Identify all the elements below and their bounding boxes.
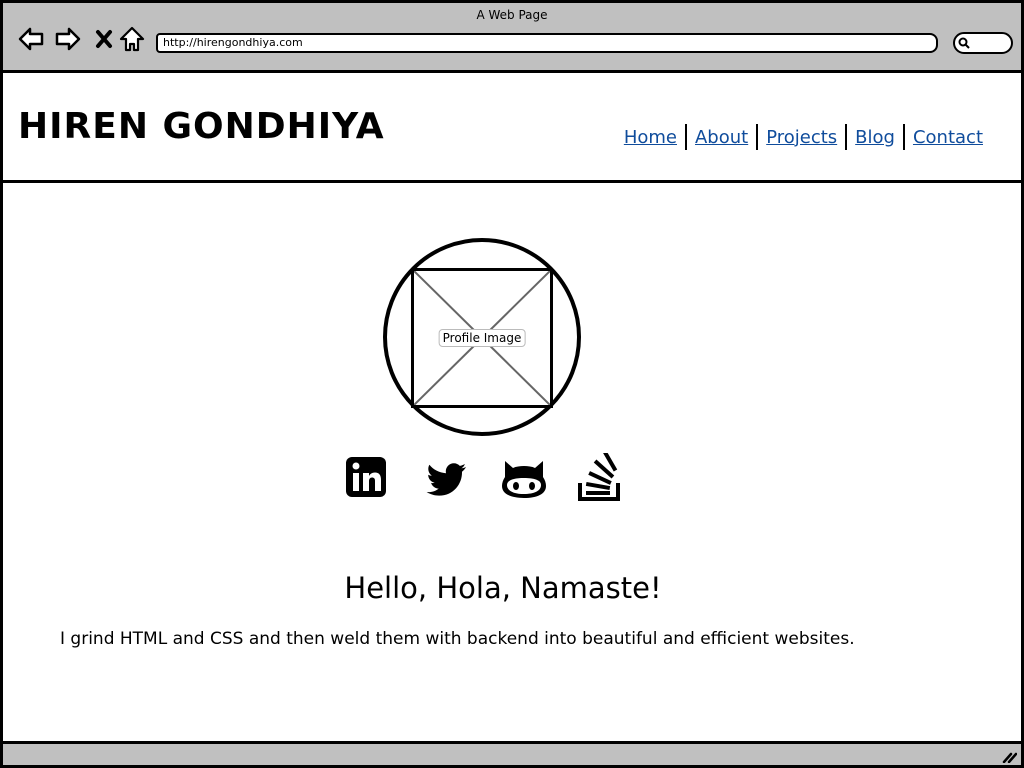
main-nav: Home About Projects Blog Contact	[616, 124, 991, 150]
status-bar	[3, 741, 1021, 765]
home-button[interactable]	[118, 25, 146, 53]
stop-button[interactable]	[90, 25, 118, 53]
github-icon	[502, 461, 546, 498]
nav-link-about[interactable]: About	[687, 127, 756, 148]
github-link[interactable]	[501, 453, 547, 503]
forward-arrow-icon	[55, 27, 81, 51]
nav-link-projects[interactable]: Projects	[758, 127, 845, 148]
search-box[interactable]	[953, 32, 1013, 54]
nav-link-blog[interactable]: Blog	[847, 127, 903, 148]
search-icon	[958, 37, 970, 49]
linkedin-icon	[346, 457, 386, 497]
profile-image-label: Profile Image	[438, 329, 526, 347]
browser-toolbar: A Web Page http://hirengondhiya.com	[3, 3, 1021, 73]
address-bar[interactable]: http://hirengondhiya.com	[156, 33, 938, 53]
back-button[interactable]	[17, 25, 45, 53]
browser-window: A Web Page http://hirengondhiya.com HIRE…	[0, 0, 1024, 768]
resize-grip-icon[interactable]	[1001, 749, 1017, 763]
site-header: HIREN GONDHIYA Home About Projects Blog …	[3, 76, 1021, 183]
window-title: A Web Page	[476, 8, 548, 22]
nav-link-contact[interactable]: Contact	[905, 127, 991, 148]
close-x-icon	[96, 30, 112, 48]
site-logo[interactable]: HIREN GONDHIYA	[18, 106, 385, 147]
forward-button[interactable]	[54, 25, 82, 53]
profile-image-placeholder: Profile Image	[411, 268, 553, 408]
twitter-link[interactable]	[423, 453, 469, 503]
home-icon	[119, 26, 145, 52]
greeting-heading: Hello, Hola, Namaste!	[344, 571, 662, 605]
stackoverflow-icon	[578, 450, 620, 501]
stackoverflow-link[interactable]	[577, 450, 623, 503]
social-links	[343, 450, 633, 505]
back-arrow-icon	[18, 27, 44, 51]
twitter-icon	[426, 463, 466, 496]
bio-text: I grind HTML and CSS and then weld them …	[60, 629, 855, 649]
linkedin-link[interactable]	[343, 453, 389, 503]
nav-link-home[interactable]: Home	[616, 127, 685, 148]
